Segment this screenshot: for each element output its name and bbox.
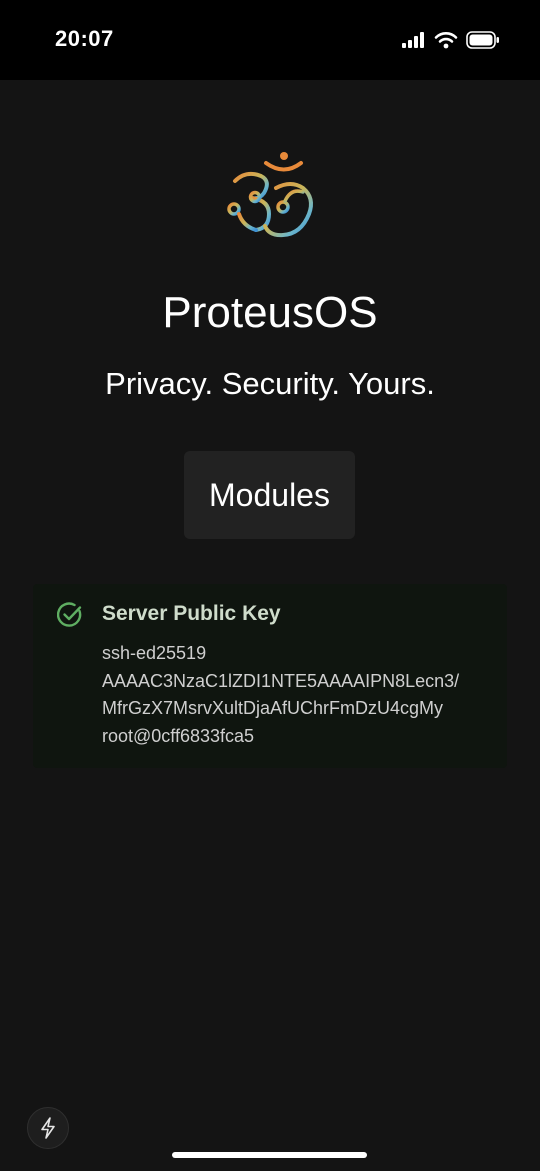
status-time: 20:07 xyxy=(55,26,114,51)
battery-icon xyxy=(466,31,499,49)
signal-icon xyxy=(402,32,424,48)
key-line: MfrGzX7MsrvXultDjaAfUChrFmDzU4cgMy xyxy=(102,698,444,718)
key-line: root@0cff6833fca5 xyxy=(102,725,255,746)
key-title: Server Public Key xyxy=(102,602,281,625)
lightning-icon xyxy=(41,1117,55,1139)
key-line: ssh-ed25519 xyxy=(102,643,207,663)
wifi-icon xyxy=(434,32,458,49)
modules-button[interactable]: Modules xyxy=(184,451,355,539)
status-icons xyxy=(402,29,500,51)
home-indicator[interactable] xyxy=(172,1152,367,1158)
key-value: ssh-ed25519 AAAAC3NzaC1lZDI1NTE5AAAAIPN8… xyxy=(102,640,459,750)
status-bar: 20:07 xyxy=(0,0,540,80)
tagline: Privacy. Security. Yours. xyxy=(105,366,435,401)
app-title: ProteusOS xyxy=(162,288,378,337)
check-circle-icon xyxy=(57,602,82,627)
om-logo xyxy=(227,152,313,238)
flash-button[interactable] xyxy=(27,1107,69,1149)
server-public-key-card: Server Public Key ssh-ed25519 AAAAC3NzaC… xyxy=(33,584,507,768)
key-line: AAAAC3NzaC1lZDI1NTE5AAAAIPN8Lecn3/ xyxy=(102,670,460,691)
